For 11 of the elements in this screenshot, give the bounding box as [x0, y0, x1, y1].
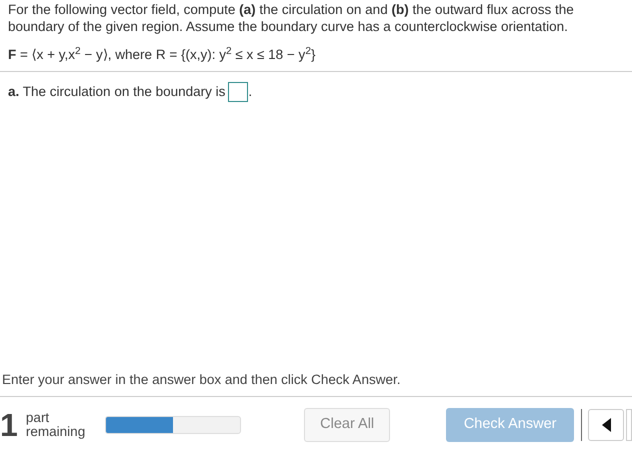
vector-field-formula: F = ⟨x + y,x$^{2}$ − y⟩, where R = {(x,y): y$^{2}$ ≤ x ≤ 18 − y$^{2}$}	[8, 45, 316, 64]
previous-button[interactable]	[588, 409, 624, 441]
question-text: a. The circulation on the boundary is	[8, 83, 226, 102]
answer-box[interactable]	[228, 82, 248, 102]
left-triangle-icon	[602, 418, 611, 432]
hint-text: Enter your answer in the answer box and then click Check Answer.	[1, 370, 402, 389]
clear-all-button[interactable]: Clear All	[304, 408, 390, 442]
parts-count: 1	[0, 409, 19, 441]
period-text: .	[248, 83, 252, 102]
instructions-text: For the following vector field, compute (a) the circulation on and (b) the outward flux across the boundary of the given region. Assume the boundary curve has a counterclockwise orientation.	[8, 1, 575, 35]
parts-remaining-label: part remaining	[26, 411, 86, 439]
